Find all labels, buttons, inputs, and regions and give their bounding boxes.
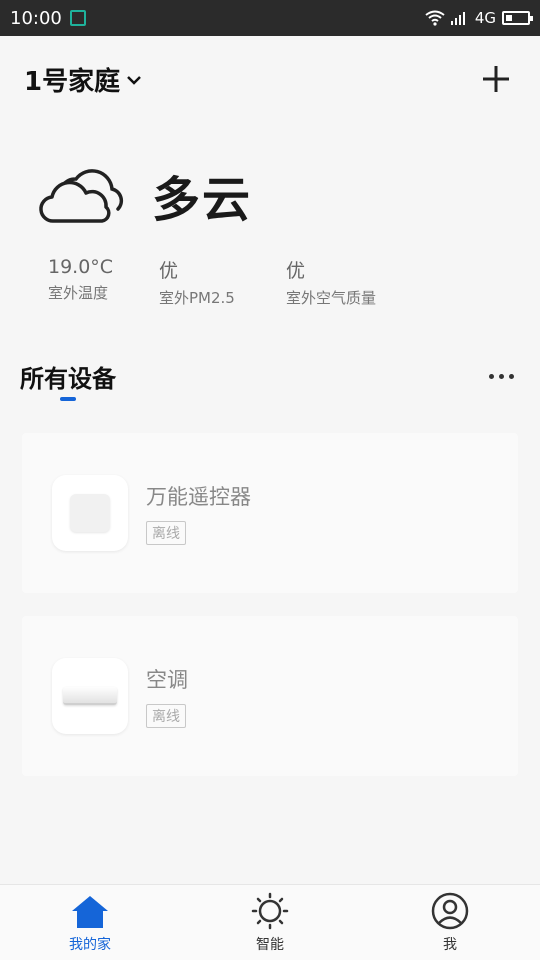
tab-indicator — [60, 397, 76, 401]
outdoor-stats: 19.0°C 室外温度 优 室外PM2.5 优 室外空气质量 — [48, 256, 376, 308]
plus-icon — [483, 66, 509, 92]
more-icon[interactable] — [489, 373, 514, 379]
home-name: 1号家庭 — [24, 66, 121, 97]
status-badge: 离线 — [146, 521, 186, 545]
sun-icon — [251, 892, 289, 930]
remote-control-icon — [52, 475, 128, 551]
bottom-tab-bar: 我的家 智能 我 — [0, 884, 540, 960]
signal-icon — [450, 12, 465, 25]
status-time: 10:00 — [10, 7, 62, 29]
device-info: 空调 离线 — [146, 664, 188, 728]
home-selector[interactable]: 1号家庭 — [24, 61, 142, 98]
battery-icon — [502, 11, 533, 25]
device-card-remote[interactable]: 万能遥控器 离线 — [22, 433, 518, 593]
device-info: 万能遥控器 离线 — [146, 481, 251, 545]
air-conditioner-icon — [52, 658, 128, 734]
device-name: 空调 — [146, 668, 188, 692]
stat-pm25: 优 室外PM2.5 — [159, 256, 286, 308]
weather-condition: 多云 — [152, 172, 253, 228]
section-title[interactable]: 所有设备 — [20, 359, 116, 394]
stat-temperature: 19.0°C 室外温度 — [48, 256, 159, 308]
stat-label: 室外温度 — [48, 284, 109, 302]
stat-value: 优 — [159, 260, 179, 282]
weather-panel: 多云 — [36, 160, 252, 230]
stat-label: 室外空气质量 — [286, 289, 377, 307]
tab-label: 智能 — [256, 937, 284, 953]
tab-my-home[interactable]: 我的家 — [0, 885, 180, 960]
home-icon — [72, 896, 108, 928]
status-indicators: 4G — [425, 9, 533, 27]
tab-smart[interactable]: 智能 — [180, 885, 360, 960]
screenshot-icon — [69, 10, 86, 26]
network-type: 4G — [474, 9, 496, 27]
wifi-icon — [425, 10, 445, 26]
status-bar: 10:00 4G — [0, 0, 540, 36]
user-icon — [431, 892, 469, 930]
devices-section-header: 所有设备 — [20, 356, 520, 396]
device-name: 万能遥控器 — [146, 485, 251, 509]
chevron-down-icon — [127, 76, 141, 85]
stat-label: 室外PM2.5 — [159, 289, 235, 307]
stat-air-quality: 优 室外空气质量 — [286, 256, 376, 308]
stat-value: 19.0°C — [48, 256, 114, 278]
device-card-ac[interactable]: 空调 离线 — [22, 616, 518, 776]
tab-label: 我的家 — [69, 937, 111, 953]
cloud-icon — [39, 169, 124, 223]
tab-label: 我 — [443, 937, 457, 953]
stat-value: 优 — [286, 260, 306, 282]
add-button[interactable] — [476, 59, 516, 99]
status-badge: 离线 — [146, 704, 186, 728]
tab-me[interactable]: 我 — [360, 885, 540, 960]
header: 1号家庭 — [0, 36, 540, 122]
